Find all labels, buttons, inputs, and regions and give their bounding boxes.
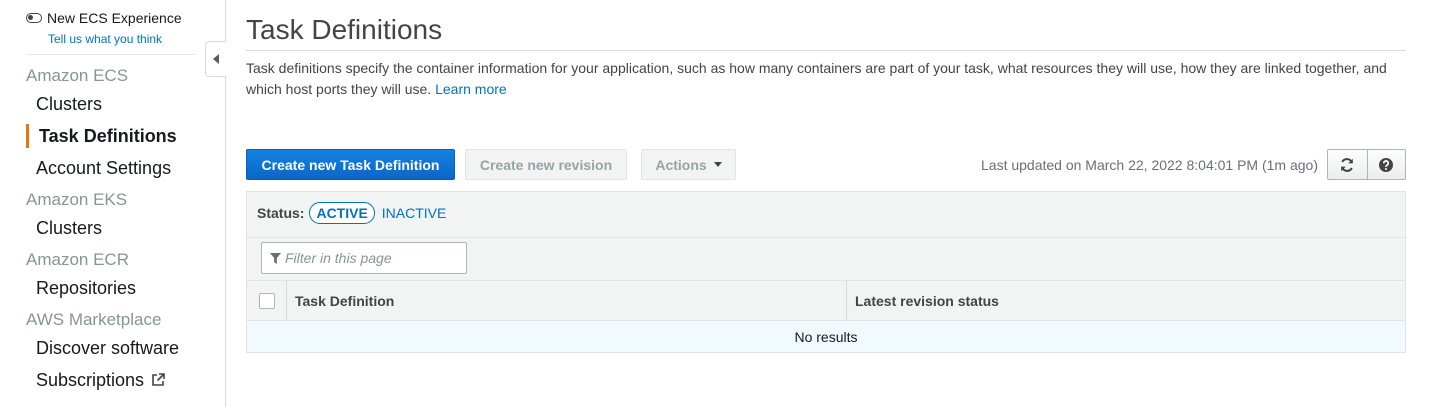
last-updated-text: Last updated on March 22, 2022 8:04:01 P… [981, 157, 1318, 173]
filter-icon [270, 252, 281, 264]
nav-section-amazon-eks: Amazon EKS [26, 190, 128, 209]
caret-left-icon [213, 54, 219, 64]
toolbar-icon-buttons [1327, 149, 1406, 180]
table-header: Task Definition Latest revision status [247, 280, 1405, 321]
sidebar-item-task-definitions[interactable]: Task Definitions [0, 120, 226, 152]
column-header-latest-revision-status[interactable]: Latest revision status [847, 281, 1405, 321]
nav-section-aws-marketplace: AWS Marketplace [26, 310, 162, 329]
new-experience-label: New ECS Experience [47, 10, 182, 26]
select-all-checkbox[interactable] [258, 293, 275, 309]
sidebar-item-subscriptions[interactable]: Subscriptions [0, 364, 226, 396]
feedback-link[interactable]: Tell us what you think [48, 32, 162, 46]
collapse-sidebar-button[interactable] [205, 41, 226, 77]
status-inactive-toggle[interactable]: INACTIVE [382, 205, 447, 221]
sidebar-item-ecs-clusters[interactable]: Clusters [0, 88, 226, 120]
create-new-revision-button[interactable]: Create new revision [465, 149, 627, 180]
sidebar-item-label: Clusters [36, 94, 103, 114]
description-text: Task definitions specify the container i… [246, 60, 1387, 97]
status-label: Status: [257, 205, 305, 221]
panel-divider [247, 237, 1405, 238]
sidebar-item-label: Repositories [36, 278, 137, 298]
side-navigation: Amazon ECS Clusters Task Definitions Acc… [0, 64, 226, 396]
external-link-icon [152, 373, 165, 386]
sidebar-divider [26, 54, 196, 55]
status-filter: Status: ACTIVE INACTIVE [257, 202, 446, 224]
toggle-switch-icon[interactable] [26, 13, 42, 23]
refresh-icon [1341, 157, 1354, 172]
refresh-button[interactable] [1328, 150, 1367, 179]
nav-section-amazon-ecs: Amazon ECS [26, 66, 129, 85]
sidebar-item-eks-clusters[interactable]: Clusters [0, 212, 226, 244]
sidebar-item-account-settings[interactable]: Account Settings [0, 152, 226, 184]
actions-dropdown-button[interactable]: Actions [641, 149, 736, 180]
sidebar-item-label: Account Settings [36, 158, 172, 178]
column-header-task-definition[interactable]: Task Definition [287, 281, 847, 321]
actions-label: Actions [655, 156, 707, 173]
filter-box[interactable] [261, 242, 467, 274]
sidebar-item-label: Subscriptions [36, 370, 145, 390]
filter-input[interactable] [285, 250, 455, 266]
sidebar-item-label: Task Definitions [39, 126, 177, 146]
sidebar-item-label: Clusters [36, 218, 103, 238]
nav-section-amazon-ecr: Amazon ECR [26, 250, 129, 269]
new-experience-toggle[interactable]: New ECS Experience [26, 10, 182, 26]
sidebar-item-label: Discover software [36, 338, 180, 358]
chevron-down-icon [713, 162, 722, 167]
page-description: Task definitions specify the container i… [246, 58, 1396, 100]
status-active-toggle[interactable]: ACTIVE [309, 202, 375, 224]
create-task-definition-button[interactable]: Create new Task Definition [246, 149, 455, 180]
learn-more-link[interactable]: Learn more [435, 81, 507, 97]
sidebar-item-discover-software[interactable]: Discover software [0, 332, 226, 364]
select-all-cell [247, 281, 287, 321]
sidebar: New ECS Experience Tell us what you thin… [0, 0, 226, 407]
title-divider [246, 50, 1406, 51]
empty-table-row: No results [247, 320, 1405, 352]
help-icon [1379, 157, 1394, 172]
help-button[interactable] [1366, 150, 1406, 179]
sidebar-item-repositories[interactable]: Repositories [0, 272, 226, 304]
page-title: Task Definitions [246, 14, 443, 45]
task-definitions-table-panel: Status: ACTIVE INACTIVE Task Definition … [246, 191, 1406, 353]
